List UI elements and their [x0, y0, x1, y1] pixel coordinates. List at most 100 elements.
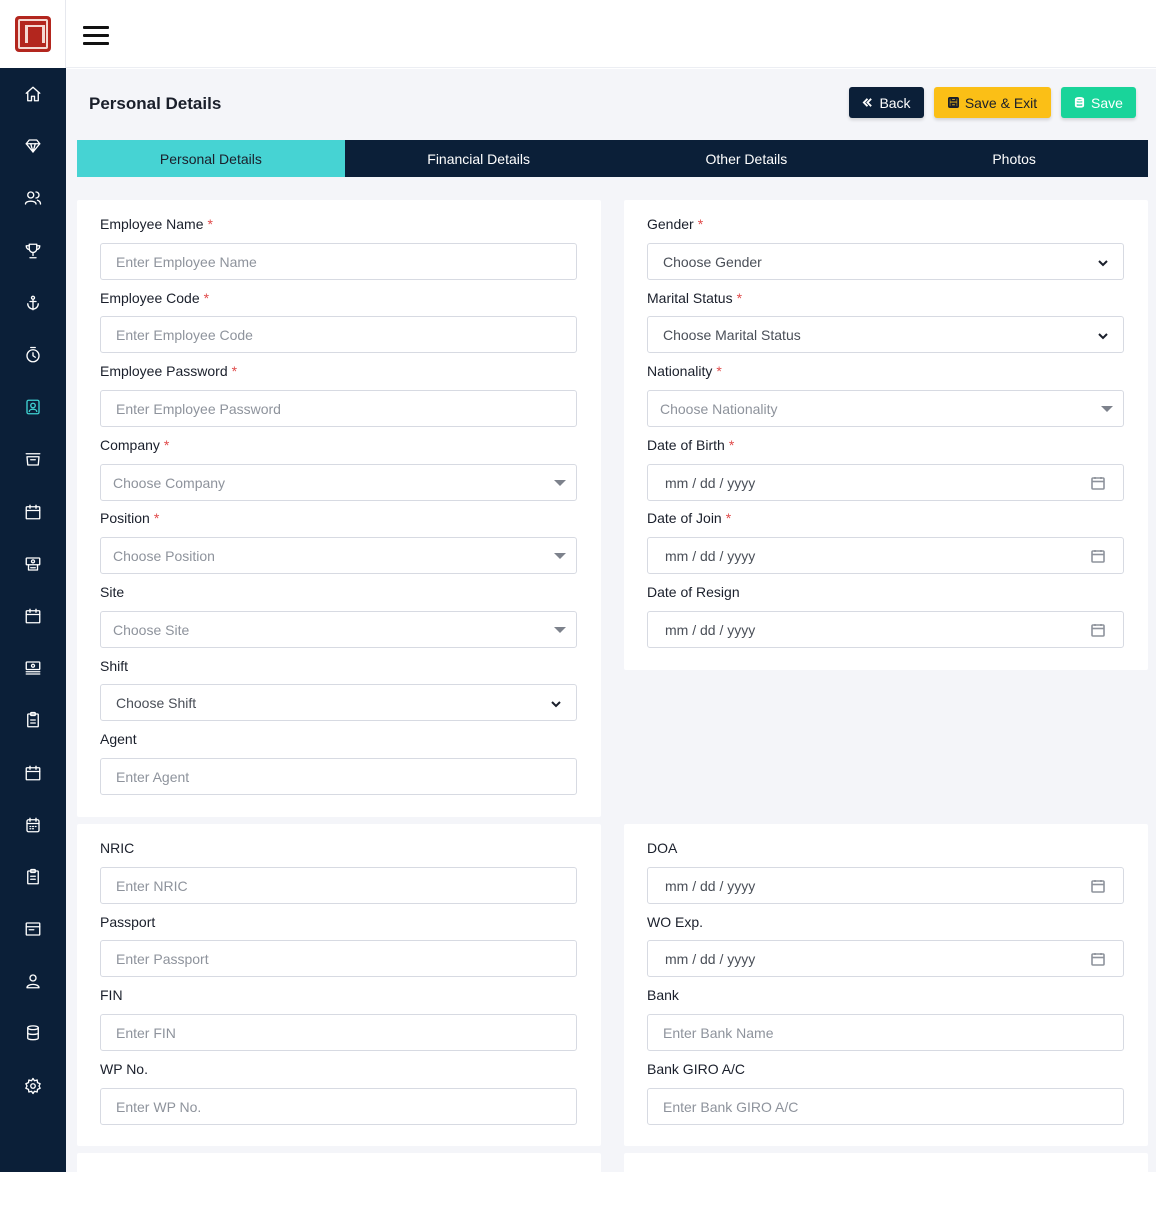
employee-name-input[interactable]: Enter Employee Name	[100, 243, 577, 280]
stopwatch-icon	[26, 346, 40, 363]
logo[interactable]	[0, 0, 66, 68]
anchor-icon	[27, 295, 39, 311]
sidebar-item-clipboard[interactable]	[0, 694, 66, 746]
sidebar-item-user[interactable]	[0, 955, 66, 1007]
sidebar-item-home[interactable]	[0, 68, 66, 120]
gender-select[interactable]: Choose Gender	[647, 243, 1124, 280]
sidebar-item-inbox[interactable]	[0, 433, 66, 485]
calendar-icon[interactable]	[1091, 952, 1105, 966]
date-of-birth-input[interactable]: mm / dd / yyyy	[647, 464, 1124, 501]
passport-input[interactable]: Enter Passport	[100, 940, 577, 977]
caret-down-icon	[554, 627, 566, 633]
caret-down-icon	[554, 553, 566, 559]
doa-input[interactable]: mm / dd / yyyy	[647, 867, 1124, 904]
tab-personal-details[interactable]: Personal Details	[77, 140, 345, 177]
fin-input[interactable]: Enter FIN	[100, 1014, 577, 1051]
cash-register-icon	[25, 557, 41, 571]
tab-other-details[interactable]: Other Details	[613, 140, 881, 177]
form-card-employee: Employee Name * Enter Employee Name Emplo…	[77, 200, 601, 817]
employee-code-input[interactable]: Enter Employee Code	[100, 316, 577, 353]
bank-input[interactable]: Enter Bank Name	[647, 1014, 1124, 1051]
gender-label: Gender *	[647, 216, 704, 232]
bank-giro-label: Bank GIRO A/C	[647, 1061, 746, 1077]
money-bill-icon	[25, 661, 41, 675]
calendar-grid-icon	[26, 817, 40, 833]
nationality-select[interactable]: Choose Nationality	[647, 390, 1124, 427]
calendar-icon[interactable]	[1091, 623, 1105, 637]
sidebar-item-cash-register[interactable]	[0, 538, 66, 590]
chevron-down-icon	[1097, 329, 1109, 341]
sidebar-item-stopwatch[interactable]	[0, 329, 66, 381]
site-select[interactable]: Choose Site	[100, 611, 577, 648]
sidebar-item-trophy[interactable]	[0, 225, 66, 277]
back-button[interactable]: Back	[849, 87, 924, 118]
caret-down-icon	[1101, 406, 1113, 412]
calendar-icon[interactable]	[1091, 476, 1105, 490]
employee-password-label: Employee Password *	[100, 363, 238, 379]
date-of-resign-label: Date of Resign	[647, 584, 740, 600]
user-icon	[26, 974, 40, 989]
form-card-documents: NRIC Enter NRIC Passport Enter Passport …	[77, 824, 601, 1146]
calendar-icon[interactable]	[1091, 549, 1105, 563]
tab-financial-details[interactable]: Financial Details	[345, 140, 613, 177]
sidebar-item-money[interactable]	[0, 642, 66, 694]
bank-giro-input[interactable]: Enter Bank GIRO A/C	[647, 1088, 1124, 1125]
topbar	[66, 0, 1156, 68]
employee-password-input[interactable]: Enter Employee Password	[100, 390, 577, 427]
sidebar-item-clipboard-list[interactable]	[0, 851, 66, 903]
clipboard-list-icon	[27, 868, 39, 885]
calendar-week-icon	[25, 765, 41, 780]
position-select[interactable]: Choose Position	[100, 537, 577, 574]
shift-label: Shift	[100, 658, 129, 674]
sidebar-item-settings[interactable]	[0, 1060, 66, 1112]
database-icon	[27, 1025, 39, 1041]
sidebar-item-diamond[interactable]	[0, 120, 66, 172]
form-card-next-left	[77, 1153, 601, 1172]
save-button[interactable]: Save	[1061, 87, 1136, 118]
save-exit-button[interactable]: Save & Exit	[934, 87, 1051, 118]
clipboard-icon	[27, 712, 39, 728]
shift-select[interactable]: Choose Shift	[100, 684, 577, 721]
sidebar-item-calendar-alt[interactable]	[0, 590, 66, 642]
sidebar-item-calendar-week[interactable]	[0, 746, 66, 798]
employee-name-label: Employee Name *	[100, 216, 213, 232]
tab-bar: Personal Details Financial Details Other…	[77, 140, 1148, 177]
calendar-icon	[25, 504, 41, 520]
wp-no-label: WP No.	[100, 1061, 148, 1077]
date-of-join-label: Date of Join *	[647, 510, 732, 526]
nric-input[interactable]: Enter NRIC	[100, 867, 577, 904]
form-card-next-right	[624, 1153, 1148, 1172]
sidebar-item-window[interactable]	[0, 903, 66, 955]
sidebar-item-users[interactable]	[0, 172, 66, 224]
company-label: Company *	[100, 437, 170, 453]
sidebar	[0, 0, 66, 1172]
date-of-join-input[interactable]: mm / dd / yyyy	[647, 537, 1124, 574]
site-label: Site	[100, 584, 125, 600]
bank-label: Bank	[647, 987, 679, 1003]
menu-toggle-icon[interactable]	[83, 26, 109, 46]
doa-label: DOA	[647, 840, 678, 856]
database-save-icon	[1074, 97, 1085, 108]
passport-label: Passport	[100, 914, 156, 930]
company-select[interactable]: Choose Company	[100, 464, 577, 501]
wo-exp-input[interactable]: mm / dd / yyyy	[647, 940, 1124, 977]
calendar-icon[interactable]	[1091, 879, 1105, 893]
form-card-personal: Gender * Choose Gender Marital Status * Ch…	[624, 200, 1148, 670]
sidebar-item-anchor[interactable]	[0, 277, 66, 329]
sidebar-item-calendar[interactable]	[0, 486, 66, 538]
date-of-resign-input[interactable]: mm / dd / yyyy	[647, 611, 1124, 648]
wp-no-input[interactable]: Enter WP No.	[100, 1088, 577, 1125]
users-icon	[24, 191, 42, 206]
agent-input[interactable]: Enter Agent	[100, 758, 577, 795]
settings-icon	[25, 1077, 41, 1094]
sidebar-item-database[interactable]	[0, 1007, 66, 1059]
nationality-label: Nationality *	[647, 363, 722, 379]
caret-down-icon	[554, 480, 566, 486]
tab-photos[interactable]: Photos	[880, 140, 1148, 177]
chevron-down-icon	[550, 697, 562, 709]
double-chevron-left-icon	[862, 98, 873, 107]
marital-status-select[interactable]: Choose Marital Status	[647, 316, 1124, 353]
sidebar-item-employee[interactable]	[0, 381, 66, 433]
agent-label: Agent	[100, 731, 137, 747]
sidebar-item-calendar-grid[interactable]	[0, 799, 66, 851]
